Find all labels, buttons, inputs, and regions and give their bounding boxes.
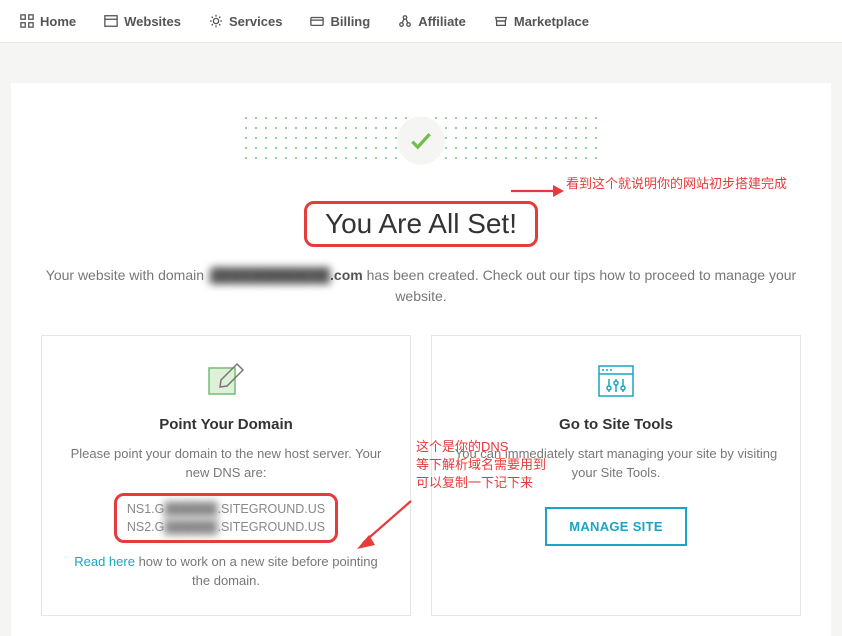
read-here-link[interactable]: Read here (74, 554, 135, 569)
read-here-tail: how to work on a new site before pointin… (135, 554, 378, 588)
nav-services[interactable]: Services (209, 14, 283, 29)
dns-box: NS1.G██████.SITEGROUND.US NS2.G██████.SI… (114, 493, 338, 543)
services-icon (209, 14, 223, 28)
nav-marketplace-label: Marketplace (514, 14, 589, 29)
card-left-text: Please point your domain to the new host… (64, 445, 388, 483)
nav-affiliate[interactable]: Affiliate (398, 14, 466, 29)
check-icon (408, 128, 434, 154)
nav-websites[interactable]: Websites (104, 14, 181, 29)
manage-site-button[interactable]: MANAGE SITE (545, 507, 687, 546)
affiliate-icon (398, 14, 412, 28)
pencil-note-icon (203, 358, 249, 404)
title-row: You Are All Set! (41, 201, 801, 247)
page-title: You Are All Set! (304, 201, 538, 247)
nav-billing[interactable]: Billing (310, 14, 370, 29)
nav-marketplace[interactable]: Marketplace (494, 14, 589, 29)
nav-billing-label: Billing (330, 14, 370, 29)
dots-band (41, 113, 801, 173)
card-left-title: Point Your Domain (64, 416, 388, 433)
dns-line-2: NS2.G██████.SITEGROUND.US (127, 518, 325, 536)
nav-websites-label: Websites (124, 14, 181, 29)
marketplace-icon (494, 14, 508, 28)
nav-home[interactable]: Home (20, 14, 76, 29)
domain-suffix: .com (330, 267, 363, 283)
nav-inner: Home Websites Services Billing Affiliate… (20, 0, 822, 42)
domain-name-blur: j████████████ (208, 265, 330, 286)
card-point-domain: Point Your Domain Please point your doma… (41, 335, 411, 616)
card-site-tools: Go to Site Tools You can immediately sta… (431, 335, 801, 616)
cards-row: Point Your Domain Please point your doma… (41, 335, 801, 616)
sub-post: has been created. Check out our tips how… (363, 267, 797, 304)
dns-line-1: NS1.G██████.SITEGROUND.US (127, 500, 325, 518)
top-nav: Home Websites Services Billing Affiliate… (0, 0, 842, 43)
card-right-title: Go to Site Tools (454, 416, 778, 433)
card-right-text: You can immediately start managing your … (454, 445, 778, 483)
nav-services-label: Services (229, 14, 283, 29)
annotation-title: 看到这个就说明你的网站初步搭建完成 (566, 173, 787, 192)
page-container: You Are All Set! Your website with domai… (11, 83, 831, 636)
grid-icon (20, 14, 34, 28)
card-left-readline: Read here how to work on a new site befo… (64, 553, 388, 591)
success-check-badge (397, 117, 445, 165)
nav-home-label: Home (40, 14, 76, 29)
nav-affiliate-label: Affiliate (418, 14, 466, 29)
sitetools-icon (593, 358, 639, 404)
subtext: Your website with domain j████████████.c… (41, 265, 801, 307)
billing-icon (310, 14, 324, 28)
sub-pre: Your website with domain (46, 267, 208, 283)
websites-icon (104, 14, 118, 28)
